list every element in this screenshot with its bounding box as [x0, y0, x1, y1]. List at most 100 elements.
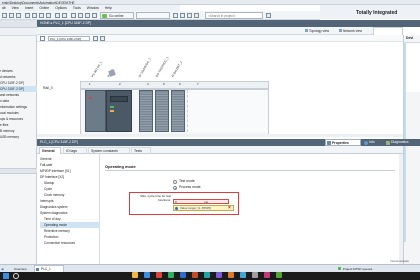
max-cycle-value: 0 [175, 200, 177, 204]
redo-icon[interactable] [62, 13, 67, 18]
app-icon[interactable] [276, 272, 282, 278]
max-cycle-label: Max. cycle time for test functions: [140, 194, 171, 202]
module-ai[interactable] [171, 90, 185, 132]
app-icon[interactable] [264, 272, 270, 278]
search-project-input[interactable]: <Search in project> [205, 12, 263, 19]
menu-edit[interactable]: dit [2, 5, 6, 11]
details-view-header[interactable] [0, 168, 37, 174]
max-cycle-input[interactable]: 0 ms [173, 199, 229, 204]
view-tabs-row: Topology view Network view [37, 27, 403, 35]
app-icon[interactable] [228, 272, 234, 278]
network-view-label: Network view [343, 29, 362, 33]
menu-tools[interactable]: Tools [73, 5, 81, 11]
module-power-supply[interactable] [85, 90, 106, 132]
paste-icon[interactable] [39, 13, 44, 18]
menu-online[interactable]: Online [39, 5, 49, 11]
project-tree-list: r devices d networks CPU 315F-2 DP] CPU … [0, 68, 37, 140]
prop-tab-diagnostics[interactable]: Diagnostics [385, 139, 420, 146]
menu-view[interactable]: View [12, 5, 19, 11]
tab-device-view[interactable] [373, 27, 403, 35]
start-cpu-icon[interactable] [180, 13, 185, 18]
chrome-icon[interactable] [156, 272, 162, 278]
device-view-icon[interactable] [40, 36, 45, 41]
app-icon[interactable] [252, 272, 258, 278]
system-tray[interactable] [378, 273, 418, 279]
topology-view-label: Topology view [309, 29, 330, 33]
module-label: DO 16x24VDC_1 [154, 55, 170, 78]
portal-arrow-icon: ◀ [1, 267, 4, 271]
plc-tab-label: PLC_1 [41, 267, 51, 271]
search-taskbar-icon[interactable] [13, 273, 19, 279]
app-icon[interactable] [216, 272, 222, 278]
tab-network-view[interactable]: Network view [339, 28, 371, 34]
process-mode-radio[interactable] [173, 186, 177, 190]
search-icon[interactable] [266, 13, 271, 18]
empty-slot[interactable] [187, 90, 267, 132]
tab-general[interactable]: General [39, 147, 61, 154]
excel-icon[interactable] [168, 272, 174, 278]
word-icon[interactable] [180, 272, 186, 278]
error-tooltip-text: Value range: [1..65535] [180, 206, 211, 210]
tab-texts[interactable]: Texts [131, 147, 151, 154]
devices-tab[interactable]: Devi [404, 35, 420, 42]
tab-system-constants[interactable]: System constants [88, 147, 130, 154]
go-offline-button[interactable] [136, 12, 170, 19]
download-icon[interactable] [78, 13, 83, 18]
print-icon[interactable] [16, 13, 21, 18]
canvas-horizontal-scrollbar[interactable] [37, 134, 403, 137]
file-explorer-icon[interactable] [132, 272, 138, 278]
save-icon[interactable] [9, 13, 14, 18]
start-icon[interactable] [3, 273, 9, 279]
section-header: Operating mode [105, 164, 395, 171]
menu-insert[interactable]: Insert [25, 5, 33, 11]
go-online-label: Go online [109, 14, 124, 18]
prop-tab-properties[interactable]: Properties [325, 139, 361, 146]
test-mode-label: Test mode [179, 179, 195, 183]
undo-icon[interactable] [55, 13, 60, 18]
simulation-icon[interactable] [92, 13, 97, 18]
instrumentation-label: Instrumentatio [390, 259, 410, 263]
property-vertical-scrollbar[interactable] [399, 154, 403, 264]
properties-tab-label: Properties [332, 141, 349, 145]
edge-icon[interactable] [144, 272, 150, 278]
project-tree-header [0, 20, 37, 28]
rail-label: Rail_0 [43, 86, 53, 90]
tree-item[interactable]: USB memory [0, 134, 19, 140]
section-title: Operating mode [105, 164, 136, 169]
cut-icon[interactable] [25, 13, 30, 18]
zoom-icon[interactable] [93, 36, 98, 41]
upload-icon[interactable] [85, 13, 90, 18]
device-header-label: PLC_1 [CPU 315F-2 DP] [40, 140, 78, 144]
nav-item[interactable]: Connection resources [44, 240, 75, 246]
tab-io-tags[interactable]: IO tags [63, 147, 87, 154]
module-cpu[interactable] [106, 90, 132, 132]
slot-number-row [80, 81, 269, 89]
error-close-icon[interactable]: × [228, 206, 231, 211]
module-label: AI 8x12BIT_1 [170, 60, 184, 78]
tab-texts-label: Texts [134, 149, 142, 153]
menu-window[interactable]: Window [87, 5, 99, 11]
device-selector-dropdown[interactable]: PLC_1 [CPU 315F-2 DP] [48, 36, 90, 41]
test-mode-radio[interactable] [173, 180, 177, 184]
module-do[interactable] [155, 90, 169, 132]
cross-reference-icon[interactable] [194, 13, 199, 18]
compile-icon[interactable] [71, 13, 76, 18]
menu-options[interactable]: Options [55, 5, 67, 11]
tab-topology-view[interactable]: Topology view [305, 28, 337, 34]
delete-icon[interactable] [46, 13, 51, 18]
go-online-button[interactable]: Go online [100, 12, 134, 19]
copy-icon[interactable] [32, 13, 37, 18]
accessible-devices-icon[interactable] [173, 13, 178, 18]
tia-portal-icon[interactable] [204, 272, 210, 278]
prop-tab-info[interactable]: Info [363, 139, 383, 146]
module-di[interactable] [139, 90, 153, 132]
go-online-icon [102, 14, 107, 18]
open-project-icon[interactable] [2, 13, 7, 18]
breadcrumb-part1: HONE [40, 21, 50, 25]
app-icon[interactable] [240, 272, 246, 278]
powerpoint-icon[interactable] [192, 272, 198, 278]
max-cycle-unit: ms [204, 200, 208, 204]
stop-cpu-icon[interactable] [187, 13, 192, 18]
fit-icon[interactable] [100, 36, 105, 41]
menu-help[interactable]: Help [105, 5, 112, 11]
